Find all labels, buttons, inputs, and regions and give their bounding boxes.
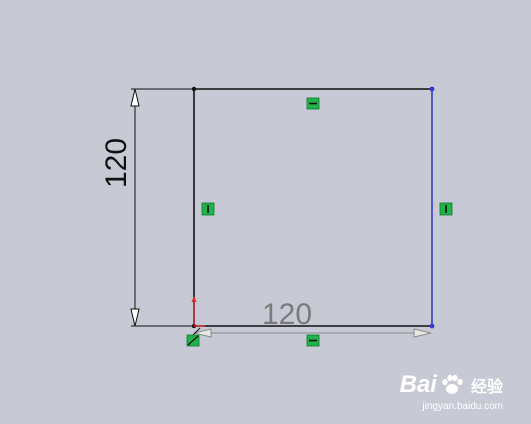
vertex-top-left[interactable] — [191, 86, 197, 92]
coincident-relation-icon[interactable] — [186, 334, 200, 347]
vertical-relation-icon[interactable] — [201, 202, 215, 216]
arrow-down-icon — [130, 308, 140, 327]
arrow-up-icon — [130, 88, 140, 107]
watermark-url: jingyan.baidu.com — [422, 401, 503, 412]
paw-icon — [442, 374, 463, 394]
vertical-dimension-value[interactable]: 120 — [100, 138, 133, 188]
horizontal-dimension-value[interactable]: 120 — [262, 300, 312, 330]
vertex-top-right[interactable] — [429, 86, 435, 92]
vertical-relation-icon[interactable] — [439, 202, 453, 216]
arrow-right-icon — [413, 328, 432, 338]
horizontal-relation-icon[interactable] — [306, 97, 320, 110]
horizontal-relation-icon[interactable] — [306, 334, 320, 347]
sketch-canvas[interactable] — [0, 0, 531, 424]
vertex-bottom-right[interactable] — [429, 323, 435, 329]
watermark-logo: Bai 经验 — [400, 371, 503, 399]
watermark-logo-text: Bai — [399, 371, 437, 398]
baidu-jingyan-watermark: Bai 经验 jingyan.baidu.com — [400, 371, 503, 412]
vertical-dimension[interactable] — [130, 88, 194, 327]
watermark-logo-text-2: 经验 — [470, 379, 503, 396]
